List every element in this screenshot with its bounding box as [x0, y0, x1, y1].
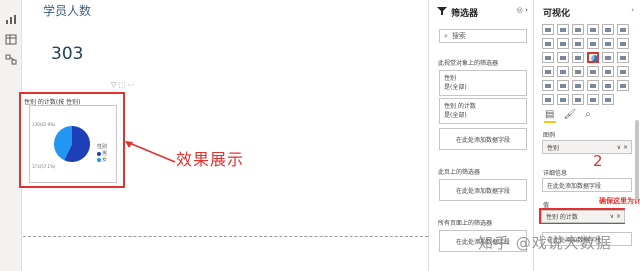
data-view-icon[interactable]	[5, 30, 17, 45]
values-field-name: 性别 的计数	[546, 214, 578, 221]
python-visual-icon[interactable]	[617, 80, 629, 91]
note-text: 确保这里为计	[599, 197, 640, 205]
search-placeholder: 搜索	[451, 32, 466, 40]
stacked-area-icon[interactable]	[572, 38, 584, 49]
waterfall-icon[interactable]	[542, 52, 554, 63]
analytics-tab-icon[interactable]: ⌕	[585, 109, 591, 120]
format-tab-icon[interactable]: 🖌	[563, 109, 576, 120]
filled-map-icon[interactable]	[557, 66, 569, 77]
report-canvas: 学员人数 303 ▽ ⬚ ⋯ 性别 的计数(按 性别) 性别 男 女 130(4…	[19, 0, 428, 271]
card-icon[interactable]	[602, 66, 614, 77]
legend-label: 女	[102, 157, 108, 163]
card-value: 303	[51, 44, 84, 64]
filter-card-gender[interactable]: 性别 是(全部)	[439, 70, 527, 96]
visual-add-field-dropzone[interactable]: 在此处添加数据字段	[439, 128, 527, 150]
matrix-icon[interactable]	[587, 80, 599, 91]
card-title: 学员人数	[43, 4, 92, 18]
annotation-arrow	[125, 141, 176, 163]
pane-tabs: ▤ 🖌 ⌕	[545, 109, 591, 120]
line-column-icon[interactable]	[587, 38, 599, 49]
field-close-icon[interactable]: ∨ ×	[617, 144, 628, 151]
filter-value: 是(全部)	[444, 112, 467, 119]
legend-dot	[97, 151, 101, 156]
field-close-icon[interactable]: ∨ ×	[610, 213, 621, 220]
key-influencers-icon[interactable]	[542, 94, 554, 105]
filters-title: 筛选器	[451, 8, 479, 19]
search-icon: ⌕	[444, 31, 448, 40]
slice-label: 130(42.9%)	[32, 122, 56, 127]
fields-tab-icon[interactable]: ▤	[545, 109, 554, 120]
pane-scrollbar[interactable]	[635, 120, 639, 200]
line-cluster-icon[interactable]	[602, 38, 614, 49]
all-pages-filters-heading: 所有页面上的筛选器	[438, 220, 493, 227]
percent-column-icon[interactable]	[617, 24, 629, 35]
pie-visual-body: 性别 男 女 130(42.9%) 173(57.1%)	[29, 105, 117, 183]
pie-glyph	[591, 55, 598, 62]
smart-narrative-icon[interactable]	[587, 94, 599, 105]
visualizations-title: 可视化	[543, 9, 571, 19]
details-well-label: 详细信息	[543, 170, 568, 177]
values-well-field[interactable]: 性别 的计数 ∨ ×	[541, 210, 625, 223]
annotation-text: 效果展示	[176, 150, 245, 169]
ribbon-chart-icon[interactable]	[617, 38, 629, 49]
r-visual-icon[interactable]	[602, 80, 614, 91]
legend-well-label: 图例	[543, 132, 556, 139]
area-chart-icon[interactable]	[557, 38, 569, 49]
shape-map-icon[interactable]	[572, 66, 584, 77]
legend-field-name: 性别	[547, 144, 560, 152]
slice-label: 173(57.1%)	[32, 164, 56, 169]
qa-icon[interactable]	[572, 94, 584, 105]
gauge-icon[interactable]	[587, 66, 599, 77]
visual-header-icons[interactable]: ▽ ⬚ ⋯	[111, 81, 134, 89]
treemap-icon[interactable]	[617, 52, 629, 63]
legend-well-field[interactable]: 性别 ∨ ×	[542, 140, 632, 154]
kpi-icon[interactable]	[542, 80, 554, 91]
visual-type-gallery	[542, 24, 629, 106]
filter-card-gender-count[interactable]: 性别 的计数 是(全部)	[439, 98, 527, 124]
map-icon[interactable]	[542, 66, 554, 77]
pie-visual[interactable]: 性别 的计数(按 性别) 性别 男 女 130(42.9%) 173(57.1%…	[19, 92, 125, 188]
report-editor: 学员人数 303 ▽ ⬚ ⋯ 性别 的计数(按 性别) 性别 男 女 130(4…	[0, 0, 640, 271]
funnel-icon[interactable]	[557, 52, 569, 63]
legend-title: 性别	[97, 144, 108, 150]
visual-filters-heading: 此视觉对象上的筛选器	[438, 60, 499, 67]
filter-name: 性别	[444, 75, 457, 82]
visualizations-pane: 可视化 › ▤ 🖌 ⌕ 图例 性别 ∨ × 2 详细信息 在此处添加数据字段 值…	[535, 0, 640, 271]
filter-name: 性别 的计数	[444, 103, 476, 110]
table-icon[interactable]	[572, 80, 584, 91]
multi-row-card-icon[interactable]	[617, 66, 629, 77]
pane-controls-icons[interactable]: ◎ ›	[517, 6, 528, 14]
filters-header: 筛选器 ◎ ›	[429, 0, 533, 24]
filters-search-input[interactable]: ⌕ 搜索	[439, 29, 527, 43]
canvas-divider	[23, 236, 428, 237]
clustered-column-icon[interactable]	[587, 24, 599, 35]
line-chart-icon[interactable]	[542, 38, 554, 49]
stacked-bar-icon[interactable]	[542, 24, 554, 35]
filter-icon	[437, 6, 447, 19]
pie-chart-icon[interactable]	[587, 52, 599, 63]
filter-value: 是(全部)	[444, 84, 467, 91]
donut-icon[interactable]	[602, 52, 614, 63]
details-placeholder: 在此处添加数据字段	[547, 182, 602, 190]
legend-item-female: 女	[97, 156, 107, 163]
stacked-column-icon[interactable]	[557, 24, 569, 35]
legend-dot	[97, 157, 101, 162]
decomposition-tree-icon[interactable]	[557, 94, 569, 105]
more-visuals-icon[interactable]	[602, 94, 614, 105]
model-view-icon[interactable]	[5, 50, 17, 65]
filters-pane: 筛选器 ◎ › ⌕ 搜索 此视觉对象上的筛选器 性别 是(全部) 性别 的计数 …	[428, 0, 534, 271]
watermark: 知乎 @戏说大数据	[478, 234, 612, 252]
page-filters-heading: 此页上的筛选器	[438, 169, 481, 176]
pane-collapse-icon[interactable]: ›	[631, 6, 634, 14]
details-well-dropzone[interactable]: 在此处添加数据字段	[542, 178, 632, 192]
report-view-icon[interactable]	[5, 10, 17, 24]
active-tab-indicator	[544, 121, 556, 123]
page-add-field-dropzone[interactable]: 在此处添加数据字段	[439, 179, 527, 201]
scatter-icon[interactable]	[572, 52, 584, 63]
percent-bar-icon[interactable]	[602, 24, 614, 35]
clustered-bar-icon[interactable]	[572, 24, 584, 35]
step-number: 2	[593, 152, 603, 170]
slicer-icon[interactable]	[557, 80, 569, 91]
